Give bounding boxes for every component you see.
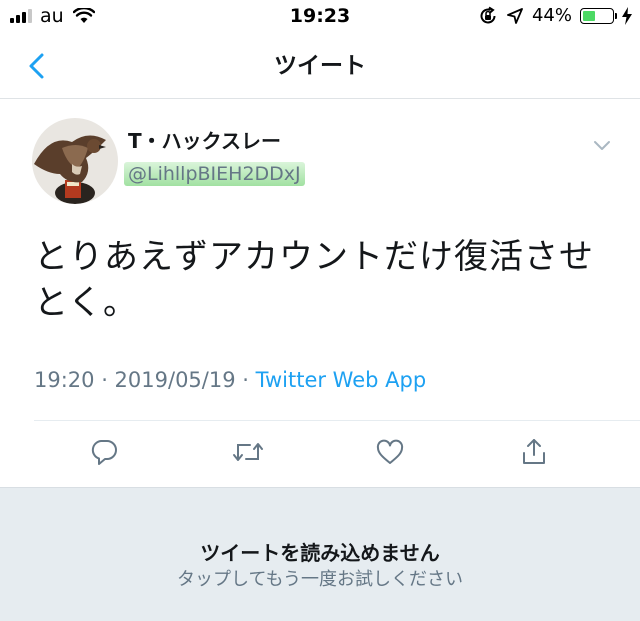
user-handle[interactable]: @LihllpBIEH2DDxJ — [124, 162, 305, 186]
tweet-source-link[interactable]: Twitter Web App — [256, 368, 427, 392]
tweet-timestamp: 19:20 · 2019/05/19 · — [34, 368, 256, 392]
reply-icon — [91, 440, 117, 465]
orientation-lock-icon — [480, 6, 496, 24]
battery-icon — [580, 8, 617, 24]
avatar[interactable] — [32, 118, 118, 204]
tweet-meta: 19:20 · 2019/05/19 · Twitter Web App — [34, 366, 426, 394]
error-panel[interactable]: ツイートを読み込めません タップしてもう一度お試しください — [0, 487, 640, 621]
tweet-text: とりあえずアカウントだけ復活させとく。 — [34, 237, 594, 323]
tweet-menu-button[interactable] — [592, 138, 612, 152]
like-icon — [376, 439, 404, 464]
reply-button[interactable] — [84, 432, 124, 472]
charging-icon — [622, 7, 632, 25]
location-icon — [507, 8, 523, 24]
navigation-bar: ツイート — [0, 34, 640, 99]
retweet-icon — [233, 443, 263, 461]
retweet-button[interactable] — [228, 432, 268, 472]
error-title: ツイートを読み込めません — [200, 541, 440, 565]
display-name[interactable]: T・ハックスレー — [128, 128, 281, 154]
share-button[interactable] — [514, 432, 554, 472]
error-subtitle: タップしてもう一度お試しください — [176, 569, 464, 590]
page-title: ツイート — [274, 53, 366, 79]
chevron-down-icon — [594, 141, 610, 150]
battery-fill — [583, 11, 595, 21]
tweet-actions — [0, 420, 640, 486]
like-button[interactable] — [370, 432, 410, 472]
share-icon — [523, 439, 545, 464]
battery-percent: 44% — [531, 5, 572, 26]
hawk-avatar-image — [32, 118, 118, 204]
status-bar: au 19:23 44% — [0, 0, 640, 34]
status-bar-right: 44% — [478, 5, 632, 27]
